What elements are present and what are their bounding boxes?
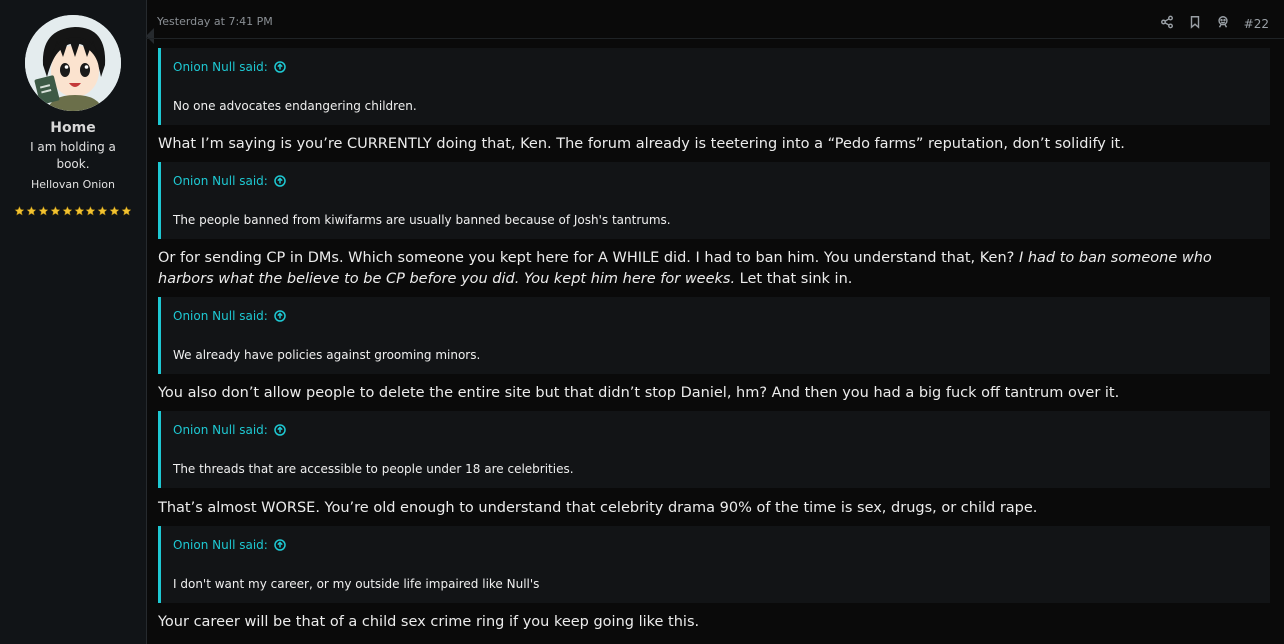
- quote-block: Onion Null said: The threads that are ac…: [158, 411, 1270, 488]
- user-sidebar: Home I am holding a book. Hellovan Onion: [0, 0, 147, 644]
- message-main: Yesterday at 7:41 PM #22 Onion Null said…: [146, 0, 1284, 644]
- quote-text: The people banned from kiwifarms are usu…: [173, 212, 671, 227]
- reply-text: Your career will be that of a child sex …: [158, 614, 700, 630]
- user-title: I am holding a book.: [30, 140, 116, 171]
- quote-block: Onion Null said: No one advocates endang…: [158, 48, 1270, 125]
- star-icon: [97, 205, 108, 216]
- quote-text: The threads that are accessible to peopl…: [173, 461, 574, 476]
- star-icon: [121, 205, 132, 216]
- quote-text: We already have policies against groomin…: [173, 347, 481, 362]
- message-header: Yesterday at 7:41 PM #22: [146, 0, 1284, 39]
- user-avatar[interactable]: [25, 15, 121, 111]
- star-icon: [38, 205, 49, 216]
- star-icon: [50, 205, 61, 216]
- quote-header[interactable]: Onion Null said:: [161, 411, 1270, 449]
- reply-tail: Let that sink in.: [735, 271, 853, 287]
- reply-text: You also don’t allow people to delete th…: [158, 385, 1120, 401]
- forum-post: Home I am holding a book. Hellovan Onion…: [0, 0, 1284, 644]
- quote-text: No one advocates endangering children.: [173, 98, 417, 113]
- react-icon[interactable]: [1216, 14, 1230, 33]
- jump-to-quote-icon[interactable]: [274, 539, 286, 551]
- quote-header[interactable]: Onion Null said:: [161, 48, 1270, 86]
- jump-to-quote-icon[interactable]: [274, 175, 286, 187]
- quote-block: Onion Null said: We already have policie…: [158, 297, 1270, 374]
- star-icon: [26, 205, 37, 216]
- post-timestamp[interactable]: Yesterday at 7:41 PM: [157, 15, 273, 28]
- reply-text: That’s almost WORSE. You’re old enough t…: [158, 500, 1038, 516]
- star-icon: [109, 205, 120, 216]
- quote-author[interactable]: Onion Null said:: [173, 309, 268, 323]
- jump-to-quote-icon[interactable]: [274, 61, 286, 73]
- post-number[interactable]: #22: [1244, 17, 1269, 31]
- post-actions: #22: [1160, 14, 1269, 33]
- user-banner: Hellovan Onion: [31, 178, 115, 191]
- user-rating-stars: [14, 205, 132, 221]
- star-icon: [14, 205, 25, 216]
- quote-author[interactable]: Onion Null said:: [173, 538, 268, 552]
- bookmark-icon[interactable]: [1188, 14, 1202, 33]
- quote-author[interactable]: Onion Null said:: [173, 174, 268, 188]
- quote-header[interactable]: Onion Null said:: [161, 297, 1270, 335]
- reply-plain: Or for sending CP in DMs. Which someone …: [158, 250, 1019, 266]
- reply-text: What I’m saying is you’re CURRENTLY doin…: [158, 136, 1125, 152]
- star-icon: [85, 205, 96, 216]
- username[interactable]: Home: [0, 120, 146, 136]
- quote-block: Onion Null said: I don't want my career,…: [158, 526, 1270, 603]
- jump-to-quote-icon[interactable]: [274, 424, 286, 436]
- avatar-image: [25, 15, 121, 111]
- star-icon: [61, 205, 73, 216]
- quote-header[interactable]: Onion Null said:: [161, 526, 1270, 564]
- quote-header[interactable]: Onion Null said:: [161, 162, 1270, 200]
- quote-block: Onion Null said: The people banned from …: [158, 162, 1270, 239]
- star-icon: [73, 205, 85, 216]
- quote-author[interactable]: Onion Null said:: [173, 60, 268, 74]
- jump-to-quote-icon[interactable]: [274, 310, 286, 322]
- quote-author[interactable]: Onion Null said:: [173, 423, 268, 437]
- share-icon[interactable]: [1160, 14, 1174, 33]
- quote-text: I don't want my career, or my outside li…: [173, 576, 540, 591]
- reply-text: Or for sending CP in DMs. Which someone …: [158, 248, 1268, 290]
